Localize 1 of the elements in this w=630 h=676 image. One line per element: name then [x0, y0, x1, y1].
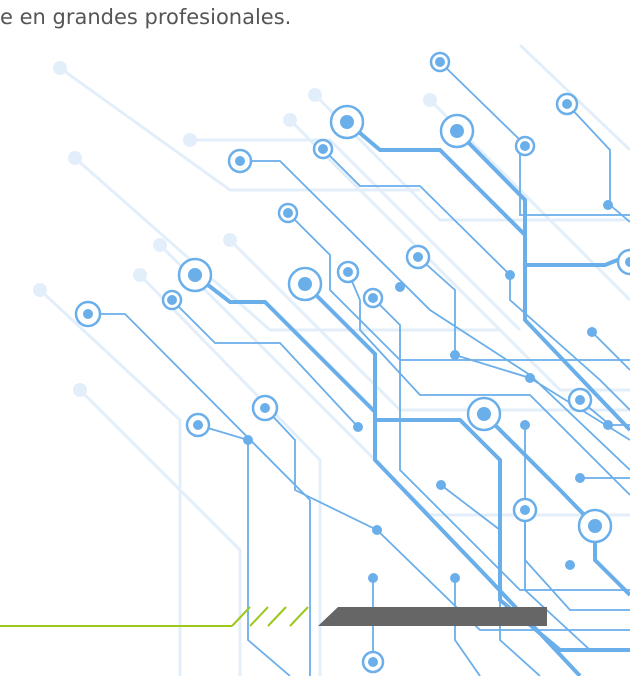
tagline: e en grandes profesionales.: [0, 4, 292, 31]
